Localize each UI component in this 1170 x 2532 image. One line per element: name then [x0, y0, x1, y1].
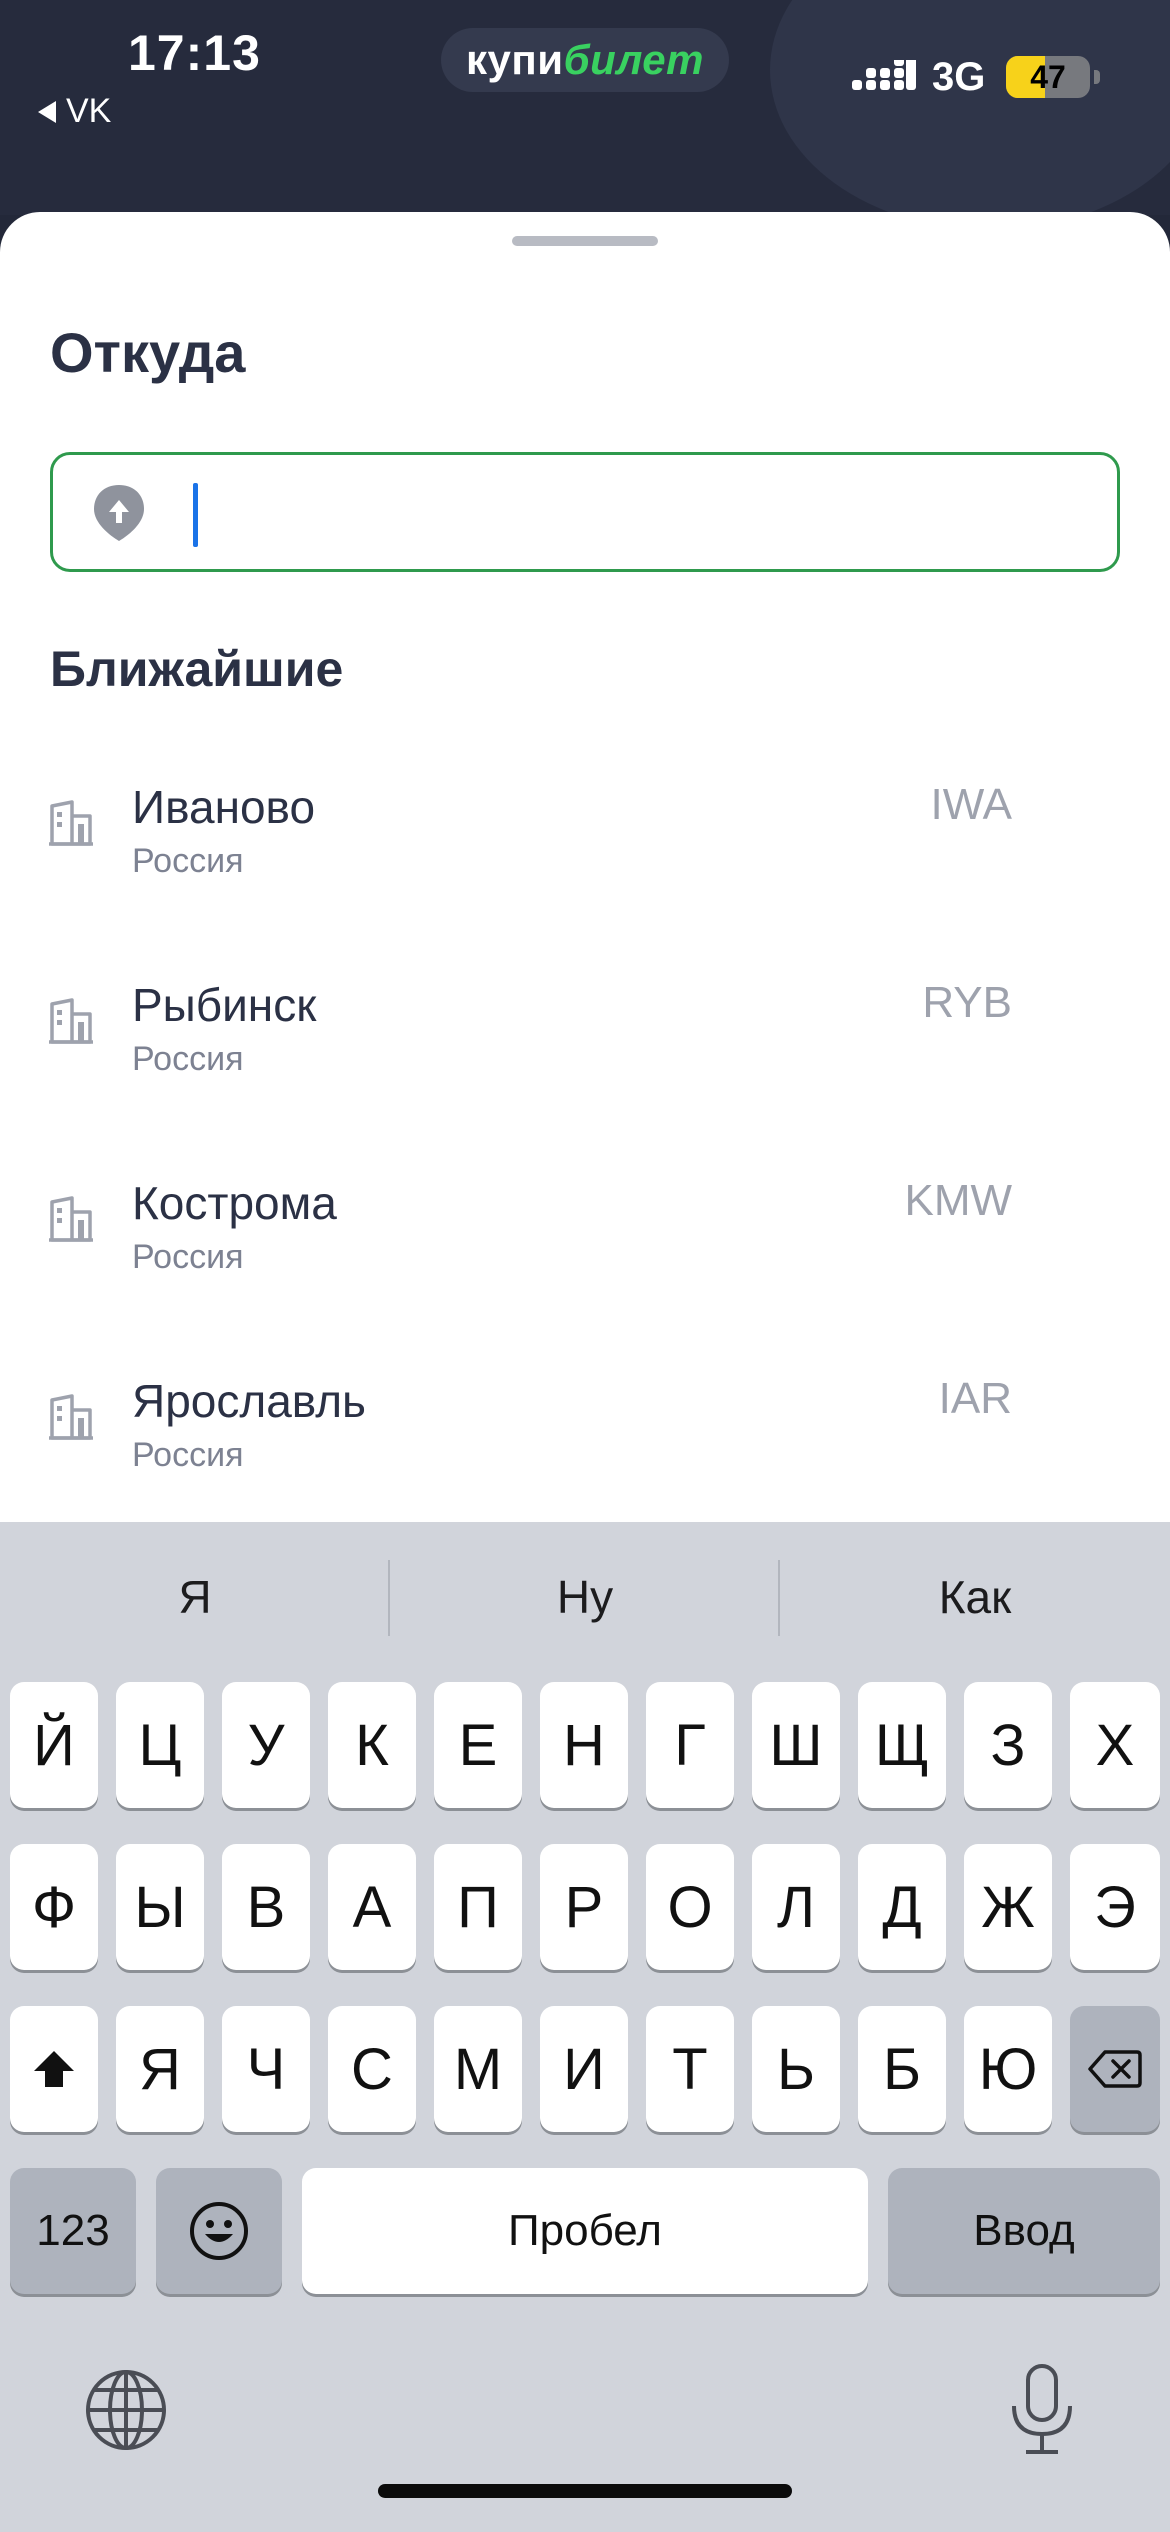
key[interactable]: К — [328, 1682, 416, 1808]
building-icon — [49, 998, 93, 1044]
back-arrow-icon — [38, 100, 56, 123]
city-name: Иваново — [132, 781, 316, 833]
key[interactable]: Н — [540, 1682, 628, 1808]
list-item-city[interactable]: Иваново Россия IWA — [0, 780, 1170, 940]
battery-icon: 47 — [1006, 56, 1090, 98]
key[interactable]: Ш — [752, 1682, 840, 1808]
sheet-title: Откуда — [50, 321, 246, 384]
country-name: Россия — [132, 1040, 244, 1078]
key[interactable]: Ц — [116, 1682, 204, 1808]
nearby-section-title: Ближайшие — [50, 641, 344, 697]
building-icon — [49, 1196, 93, 1242]
key[interactable]: М — [434, 2006, 522, 2132]
country-name: Россия — [132, 842, 244, 880]
suggestion-item[interactable]: Я — [0, 1570, 390, 1624]
key[interactable]: И — [540, 2006, 628, 2132]
key[interactable]: Т — [646, 2006, 734, 2132]
key[interactable]: Ю — [964, 2006, 1052, 2132]
text-caret — [193, 483, 198, 547]
key[interactable]: Ж — [964, 1844, 1052, 1970]
key[interactable]: Ф — [10, 1844, 98, 1970]
brand-logo-part2: билет — [563, 36, 704, 83]
origin-search-field[interactable] — [50, 452, 1120, 572]
key[interactable]: Ы — [116, 1844, 204, 1970]
country-name: Россия — [132, 1436, 244, 1474]
key[interactable]: З — [964, 1682, 1052, 1808]
emoji-key[interactable] — [156, 2168, 282, 2294]
suggestion-item[interactable]: Ну — [390, 1570, 780, 1624]
shift-key[interactable] — [10, 2006, 98, 2132]
battery-percent: 47 — [1030, 59, 1066, 95]
back-label: VK — [66, 92, 112, 130]
backspace-key[interactable] — [1070, 2006, 1160, 2132]
country-name: Россия — [132, 1238, 244, 1276]
key[interactable]: Л — [752, 1844, 840, 1970]
brand-logo-part1: купи — [465, 36, 564, 83]
backspace-icon — [1088, 2050, 1142, 2088]
globe-icon[interactable] — [84, 2368, 168, 2452]
key[interactable]: Щ — [858, 1682, 946, 1808]
origin-input[interactable] — [193, 477, 1073, 547]
key[interactable]: П — [434, 1844, 522, 1970]
space-key[interactable]: Пробел — [302, 2168, 868, 2294]
keyboard: Я Ну Как Й Ц У К Е Н Г Ш Щ З Х Ф Ы В А П… — [0, 1522, 1170, 2532]
sheet-grabber[interactable] — [512, 236, 658, 246]
predictive-bar: Я Ну Как — [0, 1522, 1170, 1674]
key[interactable]: Б — [858, 2006, 946, 2132]
airport-code: KMW — [904, 1176, 1012, 1225]
network-type: 3G — [932, 55, 986, 99]
airport-code: IWA — [930, 780, 1012, 829]
emoji-icon — [190, 2202, 248, 2260]
shift-icon — [34, 2051, 74, 2087]
home-indicator[interactable] — [378, 2484, 792, 2498]
header-decor — [770, 0, 1170, 215]
key[interactable]: А — [328, 1844, 416, 1970]
building-icon — [49, 800, 93, 846]
airport-code: IAR — [938, 1374, 1012, 1423]
key[interactable]: Д — [858, 1844, 946, 1970]
key[interactable]: Й — [10, 1682, 98, 1808]
city-name: Кострома — [132, 1177, 337, 1229]
return-key[interactable]: Ввод — [888, 2168, 1160, 2294]
key[interactable]: О — [646, 1844, 734, 1970]
battery-tip — [1094, 70, 1100, 84]
key[interactable]: В — [222, 1844, 310, 1970]
key[interactable]: Я — [116, 2006, 204, 2132]
key[interactable]: Р — [540, 1844, 628, 1970]
key[interactable]: Г — [646, 1682, 734, 1808]
microphone-icon[interactable] — [1008, 2362, 1076, 2458]
list-item-city[interactable]: Ярославль Россия IAR — [0, 1374, 1170, 1534]
back-to-app-button[interactable]: VK — [38, 92, 111, 131]
location-pin-icon — [94, 485, 144, 541]
numbers-key[interactable]: 123 — [10, 2168, 136, 2294]
departure-sheet: Откуда Ближайшие Иваново Россия IWA Рыби… — [0, 212, 1170, 1532]
signal-icon — [852, 60, 916, 96]
key[interactable]: С — [328, 2006, 416, 2132]
building-icon — [49, 1394, 93, 1440]
key[interactable]: Ч — [222, 2006, 310, 2132]
brand-logo: купи билет — [441, 28, 729, 92]
key[interactable]: Х — [1070, 1682, 1160, 1808]
key[interactable]: Э — [1070, 1844, 1160, 1970]
status-bar: 17:13 VK купи билет 3G 47 — [0, 0, 1170, 215]
airport-code: RYB — [922, 978, 1012, 1027]
list-item-city[interactable]: Рыбинск Россия RYB — [0, 978, 1170, 1138]
list-item-city[interactable]: Кострома Россия KMW — [0, 1176, 1170, 1336]
city-name: Рыбинск — [132, 979, 317, 1031]
key[interactable]: У — [222, 1682, 310, 1808]
clock: 17:13 — [128, 25, 261, 81]
key[interactable]: Е — [434, 1682, 522, 1808]
city-name: Ярославль — [132, 1375, 366, 1427]
key[interactable]: Ь — [752, 2006, 840, 2132]
suggestion-item[interactable]: Как — [780, 1570, 1170, 1624]
